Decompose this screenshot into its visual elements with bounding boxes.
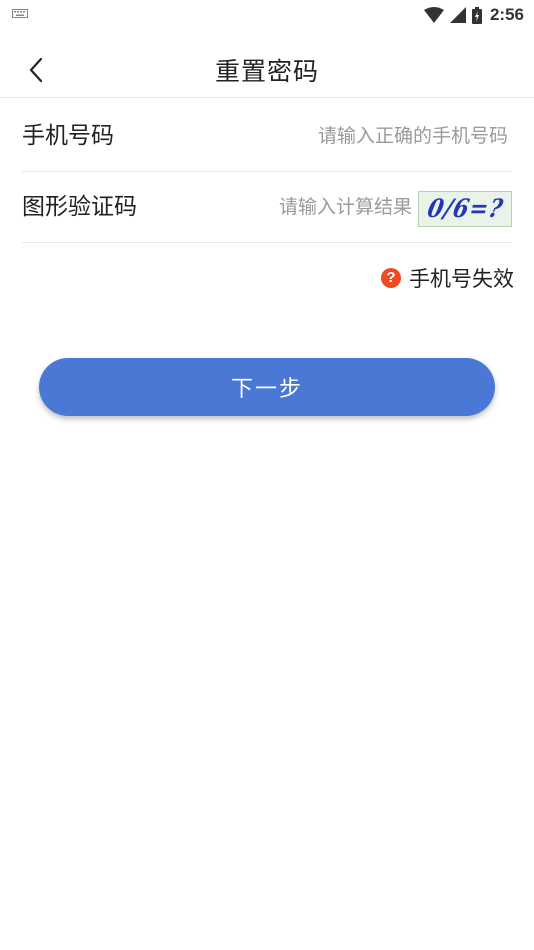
captcha-row: 图形验证码 0/6=? (22, 171, 512, 243)
error-message: ? 手机号失效 (381, 263, 514, 293)
captcha-image[interactable]: 0/6=? (418, 191, 512, 227)
next-button[interactable]: 下一步 (39, 358, 495, 416)
wifi-icon (423, 7, 444, 23)
question-circle-icon: ? (381, 268, 401, 288)
page-title: 重置密码 (214, 57, 319, 86)
top-bar: 重置密码 (0, 40, 534, 98)
keyboard-icon (12, 9, 28, 18)
status-time: 2:56 (489, 5, 524, 24)
captcha-image-text: 0/6=? (424, 194, 506, 224)
captcha-label: 图形验证码 (22, 194, 137, 220)
phone-input[interactable] (178, 118, 508, 154)
status-bar: 2:56 (0, 0, 534, 30)
phone-label: 手机号码 (22, 123, 114, 149)
captcha-input[interactable] (192, 189, 412, 225)
phone-row: 手机号码 (22, 100, 512, 172)
battery-icon (471, 6, 482, 24)
cell-signal-icon (449, 7, 466, 23)
error-text: 手机号失效 (409, 267, 514, 291)
